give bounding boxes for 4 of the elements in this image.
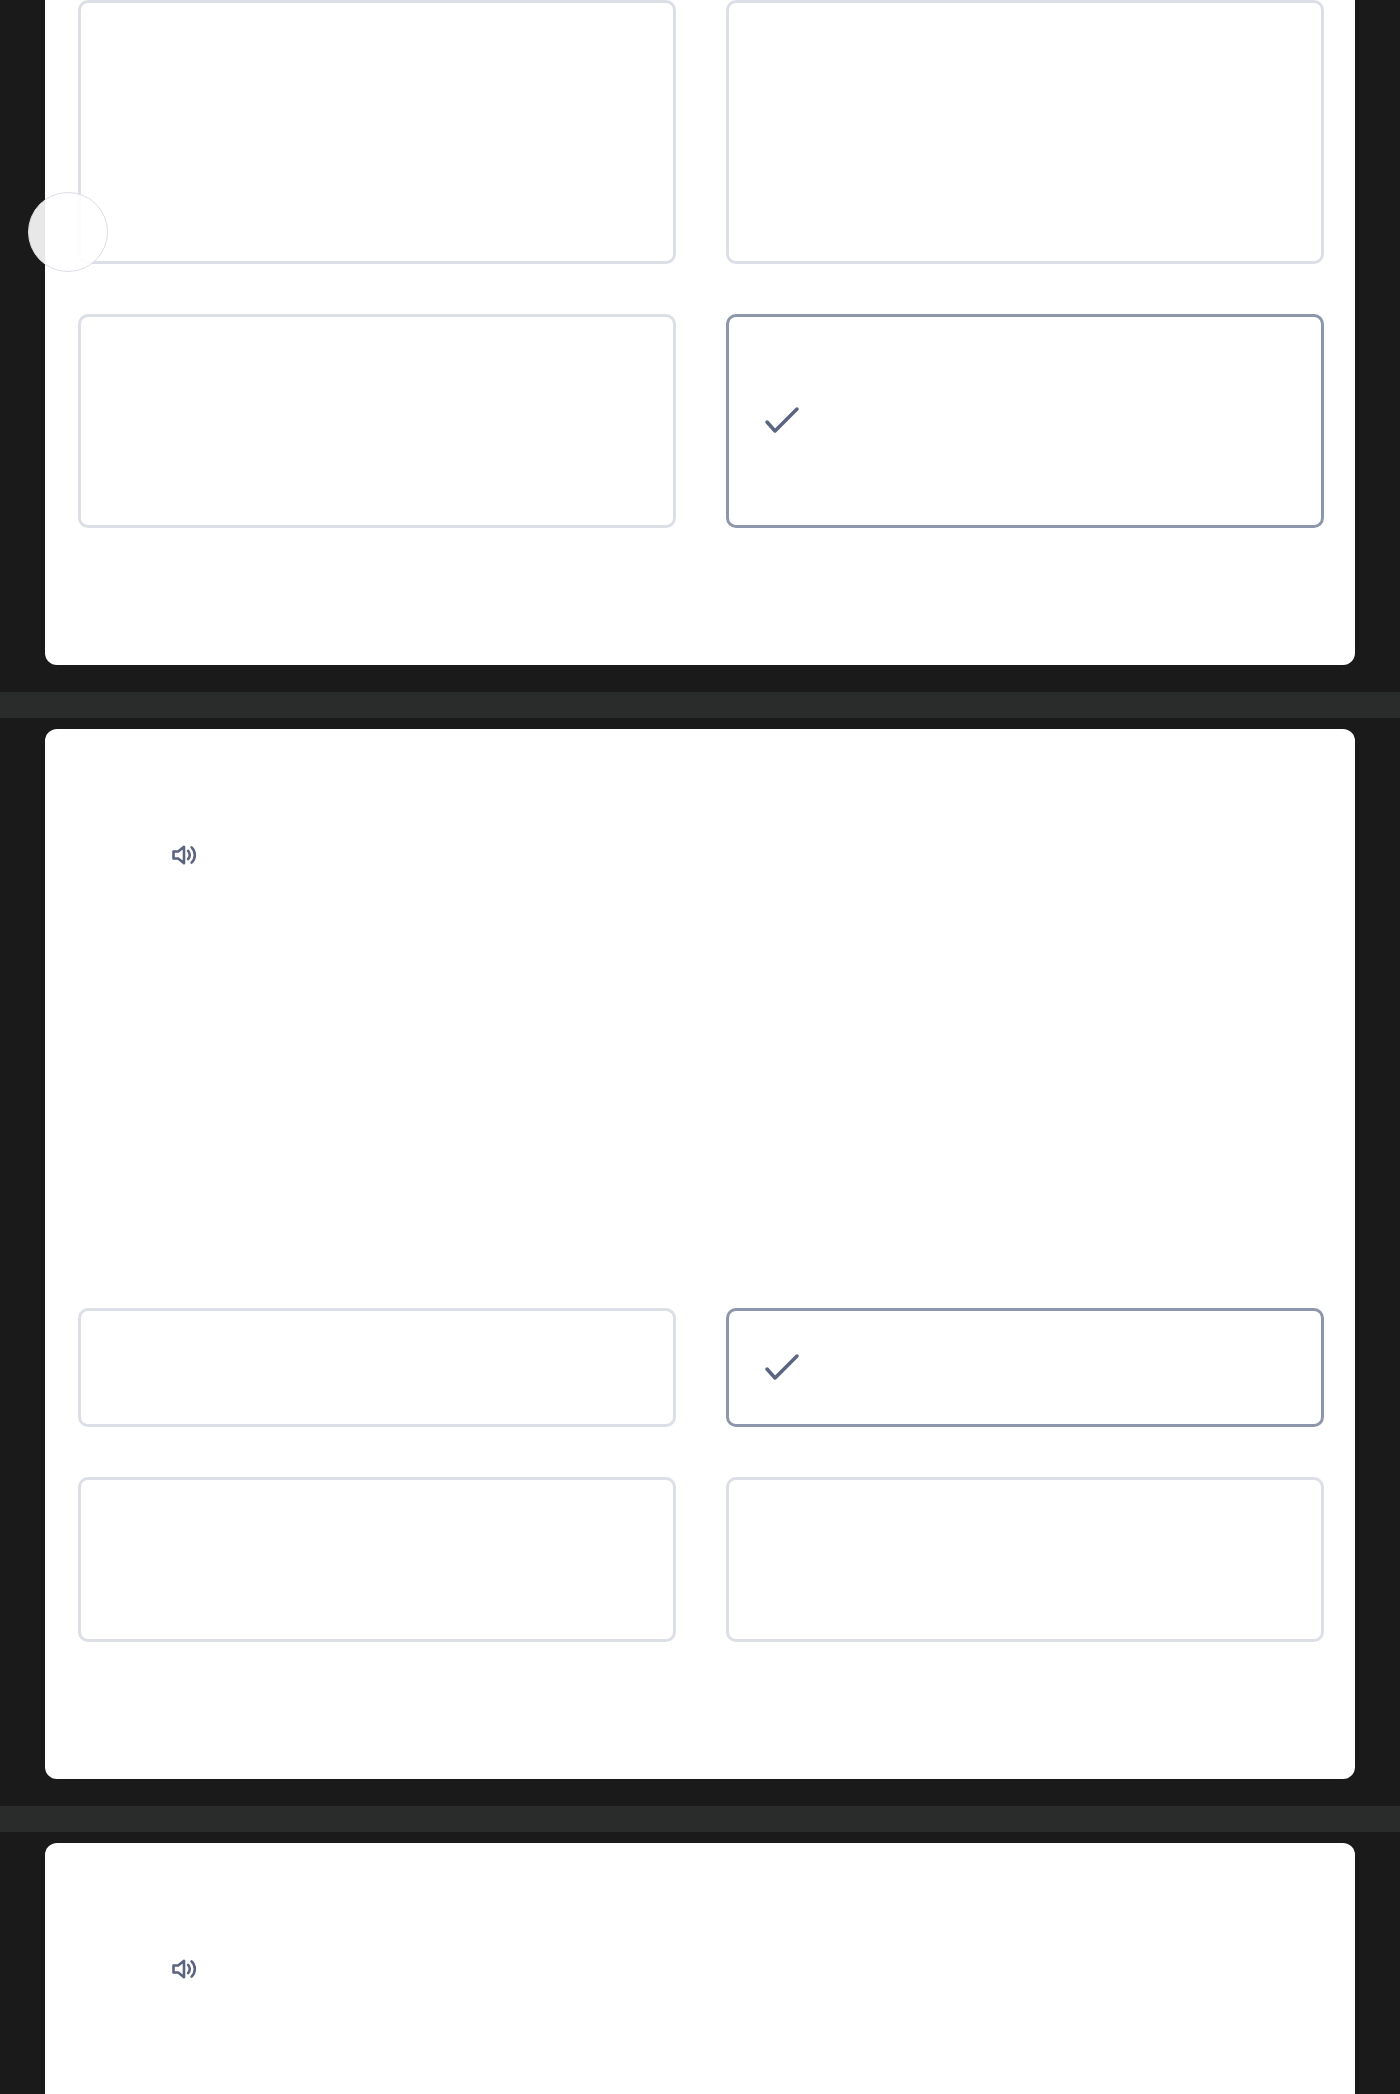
checkmark-icon [764, 1352, 800, 1383]
answer-option[interactable] [726, 1308, 1324, 1427]
answer-option[interactable] [726, 314, 1324, 528]
checkmark-icon [764, 406, 800, 436]
